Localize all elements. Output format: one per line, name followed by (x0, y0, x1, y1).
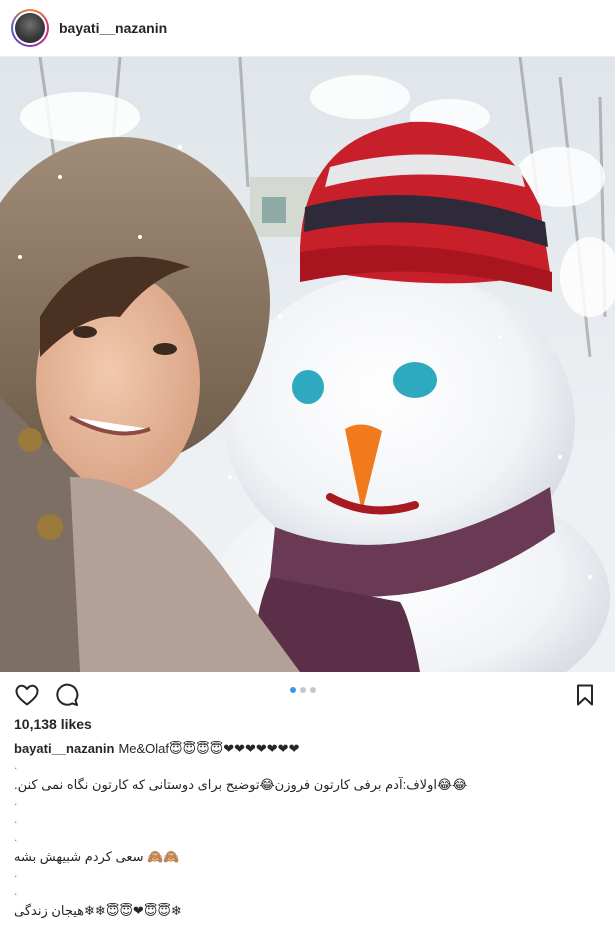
bookmark-icon[interactable] (572, 682, 598, 708)
caption-line: ❄😇😇❤😇😇❄❄هیجان زندگی (14, 903, 182, 918)
action-bar (0, 672, 615, 716)
likes-count[interactable]: 10,138 likes (14, 716, 92, 732)
avatar-frame (13, 11, 47, 45)
caption-line: . (14, 884, 18, 898)
caption-line: . (14, 812, 18, 826)
caption-line: . (14, 758, 18, 772)
caption-username[interactable]: bayati__nazanin (14, 741, 114, 756)
comment-icon[interactable] (54, 682, 80, 708)
carousel-indicator (290, 687, 316, 693)
caption-line: 🙈🙈 سعی کردم شبیهش بشه (14, 849, 180, 864)
caption-line: 😂😂اولاف:آدم برفی کارتون فروزن😂توضیح برای… (14, 777, 468, 792)
heart-icon[interactable] (14, 682, 40, 708)
caption-line: . (14, 794, 18, 808)
carousel-dot (310, 687, 316, 693)
post-header: bayati__nazanin (0, 0, 615, 57)
carousel-dot-active (290, 687, 296, 693)
avatar[interactable] (11, 9, 49, 47)
caption-text: Me&Olaf😇😇😇😇❤❤❤❤❤❤❤ (118, 741, 300, 756)
post-photo[interactable] (0, 57, 615, 672)
caption-line: . (14, 830, 18, 844)
username-link[interactable]: bayati__nazanin (59, 20, 167, 36)
caption-line: . (14, 866, 18, 880)
selfie-with-snowman-photo (0, 57, 615, 672)
post-caption: bayati__nazanin Me&Olaf😇😇😇😇❤❤❤❤❤❤❤ . 😂😂او… (14, 740, 604, 920)
carousel-dot (300, 687, 306, 693)
caption-first-line: bayati__nazanin Me&Olaf😇😇😇😇❤❤❤❤❤❤❤ (14, 740, 604, 758)
avatar-photo (15, 13, 45, 43)
